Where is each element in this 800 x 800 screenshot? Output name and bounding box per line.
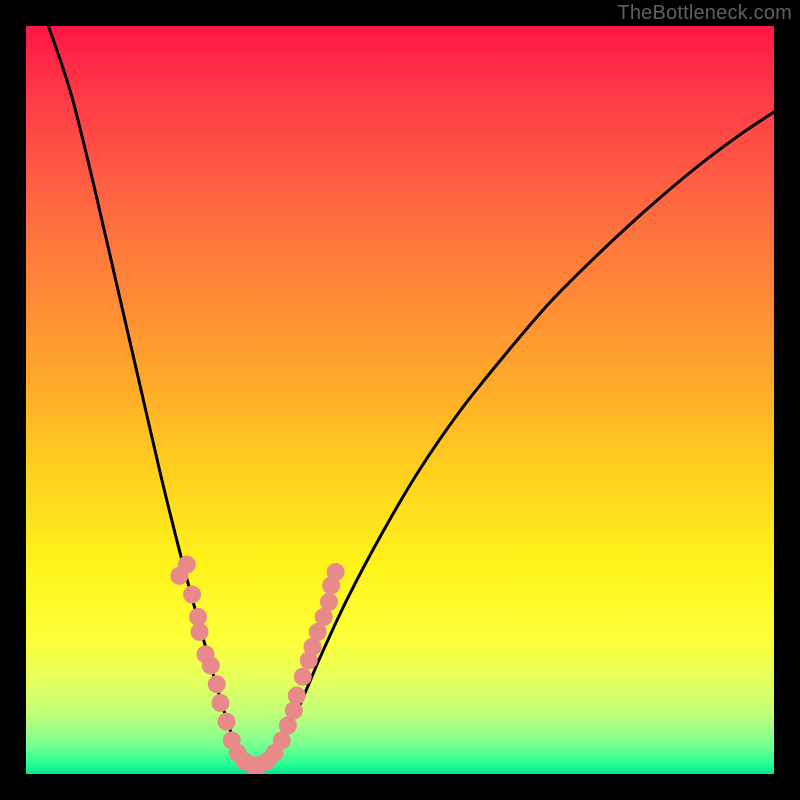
data-dot: [294, 668, 312, 686]
data-dot: [288, 686, 306, 704]
curve-svg: [26, 26, 774, 774]
data-dot: [178, 556, 196, 574]
data-dot: [211, 694, 229, 712]
data-dot: [208, 675, 226, 693]
plot-area: [26, 26, 774, 774]
data-dot: [285, 701, 303, 719]
data-dot: [217, 713, 235, 731]
data-dot: [202, 657, 220, 675]
chart-container: TheBottleneck.com: [0, 0, 800, 800]
bottleneck-curve: [48, 26, 774, 768]
data-dot: [183, 585, 201, 603]
watermark-text: TheBottleneck.com: [617, 2, 792, 25]
data-dot: [320, 593, 338, 611]
data-dot: [327, 563, 345, 581]
data-dot: [191, 623, 209, 641]
